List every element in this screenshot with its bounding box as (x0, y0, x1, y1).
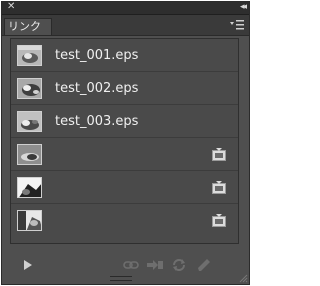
triangle-right-icon[interactable] (20, 258, 36, 272)
links-panel: ✕ ◂◂ リンク test_001.eps test_002.eps test_… (1, 1, 250, 285)
link-thumbnail (17, 144, 42, 165)
link-thumbnail (17, 177, 42, 198)
link-thumbnail (17, 111, 42, 132)
embedded-link-icon (212, 214, 226, 227)
link-filename: test_001.eps (55, 48, 139, 63)
panel-footer (2, 248, 249, 284)
embedded-link-icon (212, 148, 226, 161)
link-filename: test_002.eps (55, 81, 139, 96)
link-thumbnail (17, 78, 42, 99)
link-row[interactable]: test_003.eps (11, 107, 238, 138)
tab-bar: リンク (2, 15, 249, 36)
pencil-icon[interactable] (196, 258, 212, 272)
links-list[interactable]: test_001.eps test_002.eps test_003.eps (10, 38, 239, 244)
link-thumbnail (17, 210, 42, 231)
tab-links-label: リンク (8, 20, 41, 33)
link-row[interactable]: test_002.eps (11, 74, 238, 105)
link-row[interactable] (11, 173, 238, 204)
link-thumbnail (17, 45, 42, 66)
double-chevron-icon[interactable]: ◂◂ (240, 1, 247, 13)
link-filename: test_003.eps (55, 114, 139, 129)
panel-titlebar[interactable]: ✕ ◂◂ (2, 1, 249, 15)
goto-link-icon[interactable] (147, 258, 163, 272)
corner-resize-icon[interactable] (239, 274, 248, 283)
resize-grip-icon[interactable] (110, 276, 132, 281)
tab-links[interactable]: リンク (4, 18, 52, 35)
close-icon[interactable]: ✕ (7, 1, 15, 13)
embedded-link-icon (212, 181, 226, 194)
link-row[interactable] (11, 206, 238, 237)
panel-menu-icon[interactable] (230, 19, 244, 31)
link-row[interactable]: test_001.eps (11, 41, 238, 72)
refresh-icon[interactable] (171, 258, 187, 272)
link-row[interactable] (11, 140, 238, 171)
chain-link-icon[interactable] (123, 258, 139, 272)
